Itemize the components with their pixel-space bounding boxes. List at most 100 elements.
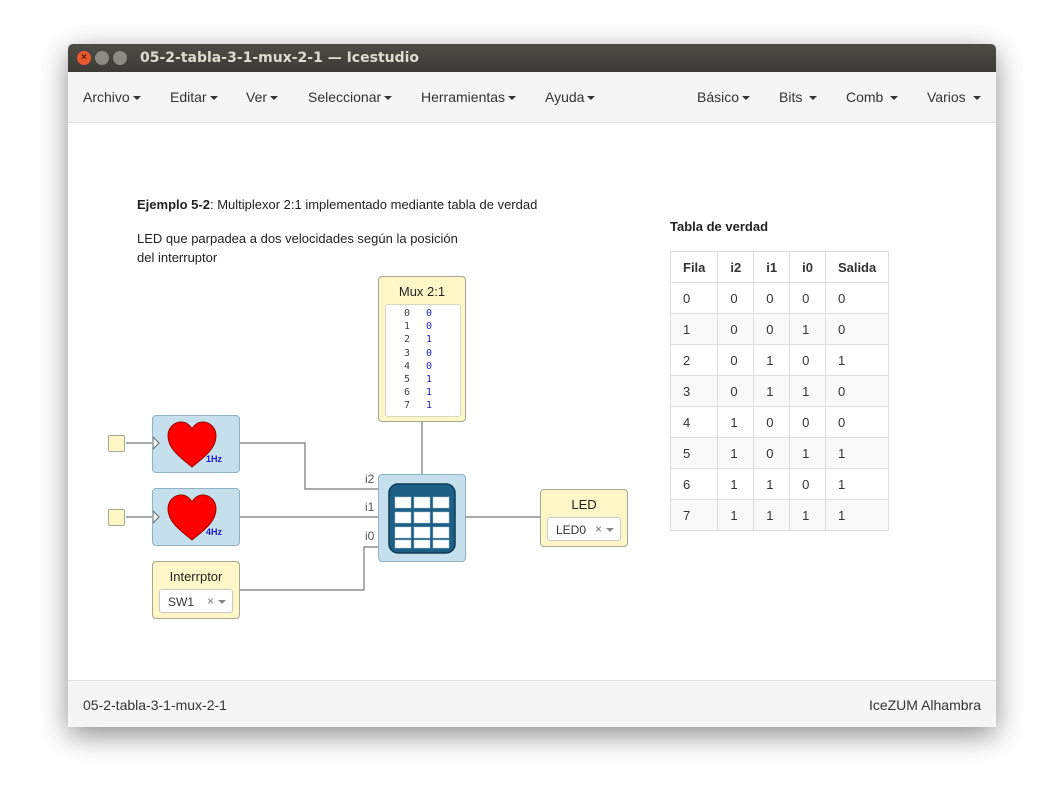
table-cell: 6 [669, 468, 719, 500]
caret-down-icon [809, 96, 818, 101]
table-header: i0 [789, 251, 826, 283]
menu-herramientas-label: Herramientas [421, 89, 506, 105]
board-name[interactable]: IceZUM Alhambra [869, 697, 981, 713]
table-cell: 1 [717, 406, 755, 438]
table-cell: 0 [824, 375, 890, 407]
mux-title: Mux 2:1 [398, 284, 446, 299]
caret-down-icon [890, 96, 899, 101]
clear-icon[interactable]: × [207, 594, 214, 608]
table-cell: 1 [824, 499, 890, 531]
window-title: 05-2-tabla-3-1-mux-2-1 — Icestudio [140, 50, 420, 66]
mux-row-value: 1 [426, 400, 433, 412]
table-row: 71111 [669, 499, 890, 531]
truth-table-body: 00000 10010 20101 30110 41000 51011 6110… [669, 282, 890, 531]
menu-bar: Archivo Editar Ver Seleccionar Herramien… [68, 72, 996, 123]
caret-down-icon [209, 96, 218, 101]
caret-down-icon [972, 96, 981, 101]
mux-row-index: 0 [404, 308, 411, 319]
menu-seleccionar[interactable]: Seleccionar [308, 89, 393, 105]
menu-ayuda[interactable]: Ayuda [545, 89, 596, 105]
table-cell: 0 [789, 406, 826, 438]
menu-basico[interactable]: Básico [697, 89, 751, 105]
table-cell: 0 [717, 313, 755, 345]
table-row: 30110 [669, 375, 890, 407]
menu-varios[interactable]: Varios [927, 89, 981, 105]
maximize-window-button[interactable] [113, 51, 127, 65]
clock-4hz-block[interactable]: 4Hz [152, 488, 240, 546]
table-cell: 1 [753, 468, 791, 500]
mux-row-index: 1 [404, 321, 411, 333]
mux-row-index: 4 [404, 360, 411, 372]
menu-comb[interactable]: Comb [846, 89, 899, 105]
design-canvas[interactable]: Ejemplo 5-2: Multiplexor 2:1 implementad… [68, 123, 996, 680]
table-cell: 7 [669, 499, 719, 531]
table-row: 20101 [669, 344, 890, 376]
table-cell: 0 [824, 313, 890, 345]
menu-archivo-label: Archivo [83, 89, 130, 105]
project-name: 05-2-tabla-3-1-mux-2-1 [83, 697, 227, 713]
table-header: Salida [824, 251, 890, 283]
table-cell: 1 [789, 375, 826, 407]
table-module-block[interactable] [378, 474, 466, 562]
switch-input-block[interactable]: Interrptor SW1 × [152, 561, 240, 619]
table-header-row: Fila i2 i1 i0 Salida [669, 251, 890, 283]
switch-pin-select[interactable]: SW1 × [159, 589, 233, 613]
table-cell: 0 [717, 344, 755, 376]
table-cell: 0 [753, 313, 791, 345]
menu-archivo[interactable]: Archivo [83, 89, 141, 105]
close-window-button[interactable]: × [77, 51, 91, 65]
menu-bits[interactable]: Bits [779, 89, 818, 105]
table-cell: 0 [669, 282, 719, 314]
dropdown-arrow-icon [218, 600, 226, 604]
menu-herramientas[interactable]: Herramientas [421, 89, 517, 105]
heart-icon [153, 494, 217, 541]
mux-row-index: 6 [404, 387, 411, 399]
input-port-1[interactable] [108, 435, 125, 452]
keypad-table-icon [388, 483, 456, 554]
led-output-block[interactable]: LED LED0 × [540, 489, 628, 547]
mux-row-value: 0 [426, 347, 433, 359]
port-label-i2: i2 [365, 472, 375, 486]
status-bar: 05-2-tabla-3-1-mux-2-1 IceZUM Alhambra [68, 680, 996, 727]
menu-ver[interactable]: Ver [246, 89, 279, 105]
mux-row-index: 2 [404, 334, 411, 346]
caret-down-icon [742, 96, 751, 101]
table-cell: 4 [669, 406, 719, 438]
mux-row-value: 1 [426, 374, 433, 386]
mux-row-index: 3 [404, 347, 411, 359]
wire-i0 [239, 546, 378, 591]
switch-title: Interrptor [169, 569, 223, 584]
led-title: LED [571, 497, 597, 512]
table-cell: 0 [789, 282, 826, 314]
table-cell: 1 [824, 344, 890, 376]
table-row: 51011 [669, 437, 890, 469]
clock-2-frequency: 4Hz [206, 527, 223, 537]
table-row: 00000 [669, 282, 890, 314]
table-cell: 0 [753, 437, 791, 469]
table-cell: 0 [789, 344, 826, 376]
clock-1-frequency: 1Hz [206, 454, 223, 464]
table-cell: 1 [753, 344, 791, 376]
mux-row-value: 1 [426, 387, 433, 399]
mux-table-code[interactable]: 0 1 2 3 4 5 6 7 0 0 1 0 0 1 1 1 [385, 304, 461, 417]
clock-1hz-block[interactable]: 1Hz [152, 415, 240, 473]
mux-row-value: 0 [426, 321, 433, 333]
table-header: i2 [717, 251, 755, 283]
table-cell: 2 [669, 344, 719, 376]
table-header: i1 [753, 251, 791, 283]
table-cell: 1 [717, 437, 755, 469]
app-window: × 05-2-tabla-3-1-mux-2-1 — Icestudio Arc… [68, 44, 996, 727]
input-port-2[interactable] [108, 509, 125, 526]
truth-table-title: Tabla de verdad [670, 219, 769, 234]
table-row: 41000 [669, 406, 890, 438]
led-pin-select[interactable]: LED0 × [547, 517, 621, 541]
table-cell: 1 [789, 499, 826, 531]
table-cell: 0 [789, 468, 826, 500]
table-cell: 0 [717, 375, 755, 407]
mux-table-block[interactable]: Mux 2:1 0 1 2 3 4 5 6 7 0 0 1 0 0 1 1 1 [378, 276, 466, 422]
table-cell: 0 [753, 406, 791, 438]
clear-icon[interactable]: × [595, 522, 602, 536]
minimize-window-button[interactable] [95, 51, 109, 65]
dropdown-arrow-icon [606, 528, 614, 532]
menu-editar[interactable]: Editar [170, 89, 218, 105]
